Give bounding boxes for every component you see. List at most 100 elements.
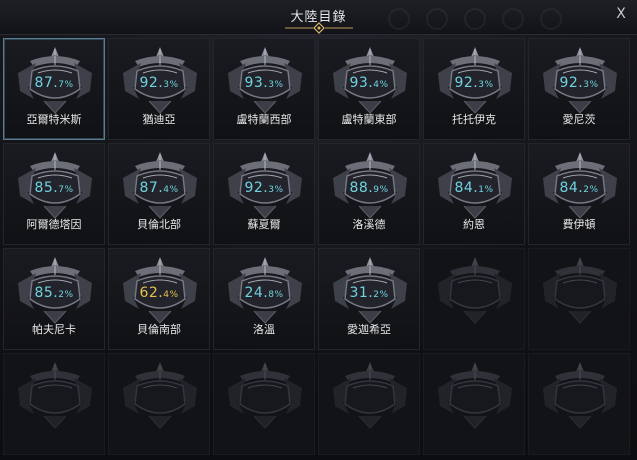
completion-decimal: 2% (373, 290, 389, 300)
completion-decimal: 4% (163, 290, 179, 300)
empty-slot (528, 353, 630, 455)
region-grid: 87.7% 亞爾特米斯 92.3% 猶迪亞 93.3% 盧特蘭西部 93.4% 盧特蘭東部 92… (3, 38, 633, 458)
region-completion: 93.3% (214, 75, 314, 91)
empty-slot (528, 248, 630, 350)
completion-main: 62. (139, 285, 164, 301)
empty-slot (108, 353, 210, 455)
locked-emblem-icon (325, 358, 415, 432)
region-card[interactable]: 85.7% 阿爾德塔因 (3, 143, 105, 245)
completion-main: 87. (34, 75, 59, 91)
region-card[interactable]: 84.2% 費伊頓 (528, 143, 630, 245)
completion-decimal: 4% (373, 80, 389, 90)
completion-decimal: 3% (583, 80, 599, 90)
completion-main: 85. (34, 180, 59, 196)
completion-main: 93. (244, 75, 269, 91)
empty-slot (423, 353, 525, 455)
region-card[interactable]: 92.3% 愛尼茨 (528, 38, 630, 140)
region-name: 洛溪德 (352, 218, 386, 231)
empty-slot (213, 353, 315, 455)
region-card[interactable]: 93.3% 盧特蘭西部 (213, 38, 315, 140)
region-name: 亞爾特米斯 (26, 113, 82, 126)
title-ornament-icon (285, 22, 353, 34)
region-completion: 92.3% (109, 75, 209, 91)
completion-decimal: 7% (58, 80, 74, 90)
region-completion: 88.9% (319, 180, 419, 196)
region-name: 貝倫南部 (137, 323, 181, 336)
region-card[interactable]: 92.3% 蘇夏爾 (213, 143, 315, 245)
region-card[interactable]: 62.4% 貝倫南部 (108, 248, 210, 350)
region-card[interactable]: 84.1% 約恩 (423, 143, 525, 245)
completion-main: 84. (559, 180, 584, 196)
completion-main: 92. (244, 180, 269, 196)
empty-slot (318, 353, 420, 455)
region-name: 蘇夏爾 (247, 218, 281, 231)
region-name: 托托伊克 (452, 113, 496, 126)
region-card[interactable]: 92.3% 猶迪亞 (108, 38, 210, 140)
completion-decimal: 2% (58, 290, 74, 300)
completion-decimal: 3% (268, 80, 284, 90)
region-name: 盧特蘭東部 (341, 113, 397, 126)
region-name: 洛溫 (253, 323, 275, 336)
region-card[interactable]: 87.7% 亞爾特米斯 (3, 38, 105, 140)
locked-emblem-icon (220, 358, 310, 432)
region-completion: 85.2% (4, 285, 104, 301)
completion-decimal: 7% (58, 185, 74, 195)
completion-main: 92. (559, 75, 584, 91)
region-card[interactable]: 87.4% 貝倫北部 (108, 143, 210, 245)
region-name: 愛迦希亞 (347, 323, 391, 336)
empty-slot (3, 353, 105, 455)
region-name: 愛尼茨 (562, 113, 596, 126)
region-name: 約恩 (463, 218, 485, 231)
completion-decimal: 9% (373, 185, 389, 195)
region-name: 猶迪亞 (142, 113, 176, 126)
completion-main: 84. (454, 180, 479, 196)
completion-main: 24. (244, 285, 269, 301)
region-completion: 84.2% (529, 180, 629, 196)
completion-main: 88. (349, 180, 374, 196)
region-name: 帕夫尼卡 (32, 323, 76, 336)
region-completion: 84.1% (424, 180, 524, 196)
region-completion: 87.4% (109, 180, 209, 196)
region-name: 阿爾德塔因 (26, 218, 82, 231)
region-completion: 92.3% (424, 75, 524, 91)
continent-catalog-window: 大陸目錄 X 87.7% 亞爾特米斯 92.3% 猶迪亞 93.3% 盧特蘭西部 93.4%… (0, 0, 637, 460)
region-card[interactable]: 92.3% 托托伊克 (423, 38, 525, 140)
close-button[interactable]: X (611, 4, 631, 24)
region-name: 費伊頓 (562, 218, 596, 231)
empty-slot (423, 248, 525, 350)
completion-main: 92. (139, 75, 164, 91)
completion-decimal: 3% (268, 185, 284, 195)
region-card[interactable]: 85.2% 帕夫尼卡 (3, 248, 105, 350)
region-completion: 62.4% (109, 285, 209, 301)
completion-decimal: 4% (163, 185, 179, 195)
region-completion: 24.8% (214, 285, 314, 301)
completion-decimal: 3% (478, 80, 494, 90)
locked-emblem-icon (535, 253, 625, 327)
completion-decimal: 3% (163, 80, 179, 90)
locked-emblem-icon (10, 358, 100, 432)
completion-main: 31. (349, 285, 374, 301)
region-name: 貝倫北部 (137, 218, 181, 231)
region-completion: 93.4% (319, 75, 419, 91)
completion-main: 92. (454, 75, 479, 91)
completion-main: 87. (139, 180, 164, 196)
region-card[interactable]: 24.8% 洛溫 (213, 248, 315, 350)
completion-decimal: 8% (268, 290, 284, 300)
region-completion: 85.7% (4, 180, 104, 196)
locked-emblem-icon (535, 358, 625, 432)
locked-emblem-icon (115, 358, 205, 432)
region-completion: 31.2% (319, 285, 419, 301)
region-completion: 92.3% (529, 75, 629, 91)
region-name: 盧特蘭西部 (236, 113, 292, 126)
region-completion: 87.7% (4, 75, 104, 91)
completion-decimal: 2% (583, 185, 599, 195)
completion-main: 93. (349, 75, 374, 91)
region-card[interactable]: 88.9% 洛溪德 (318, 143, 420, 245)
locked-emblem-icon (430, 358, 520, 432)
completion-decimal: 1% (478, 185, 494, 195)
completion-main: 85. (34, 285, 59, 301)
region-card[interactable]: 93.4% 盧特蘭東部 (318, 38, 420, 140)
window-titlebar: 大陸目錄 X (0, 0, 637, 35)
region-card[interactable]: 31.2% 愛迦希亞 (318, 248, 420, 350)
locked-emblem-icon (430, 253, 520, 327)
